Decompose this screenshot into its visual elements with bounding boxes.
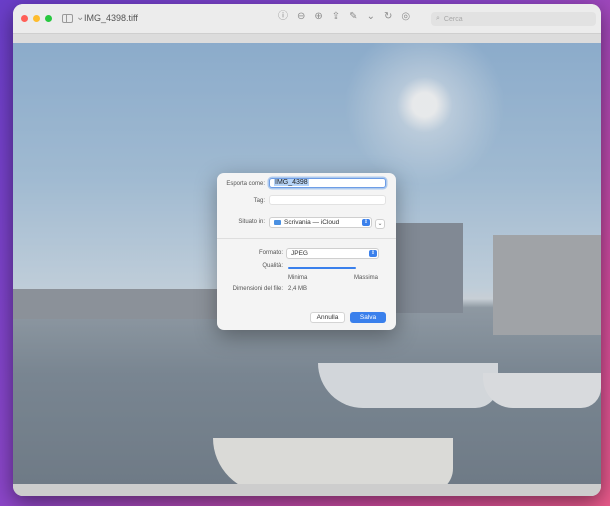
quality-max-label: Massima <box>353 275 378 281</box>
sidebar-toggle-icon[interactable] <box>62 14 73 23</box>
close-button[interactable] <box>21 15 28 22</box>
quality-min-label: Minima <box>288 275 308 281</box>
location-value: Scrivania — iCloud <box>284 219 340 226</box>
toolbar: ⓘ ⊖ ⊕ ⇪ ✎ ⌄ ↻ ◎ <box>278 12 410 22</box>
zoom-in-icon[interactable]: ⊕ <box>314 12 322 22</box>
search-icon: ⌕ <box>436 15 440 22</box>
format-select[interactable]: JPEG ⇕ <box>286 248 379 259</box>
location-label: Situato in: <box>238 219 265 225</box>
zoom-out-icon[interactable]: ⊖ <box>297 12 305 22</box>
format-label: Formato: <box>258 250 283 256</box>
preview-window: ⌄ IMG_4398.tiff ⓘ ⊖ ⊕ ⇪ ✎ ⌄ ↻ ◎ ⌕ Cerca … <box>13 4 601 496</box>
minimize-button[interactable] <box>33 15 40 22</box>
location-select[interactable]: Scrivania — iCloud ⇕ <box>269 217 372 228</box>
annotate-icon[interactable]: ◎ <box>401 12 410 22</box>
title-bar: ⌄ IMG_4398.tiff ⓘ ⊖ ⊕ ⇪ ✎ ⌄ ↻ ◎ ⌕ Cerca <box>13 4 601 34</box>
file-size-label: Dimensioni del file: <box>232 286 283 292</box>
zoom-button[interactable] <box>45 15 52 22</box>
markup-icon[interactable]: ✎ <box>349 12 357 22</box>
export-as-label: Esporta come: <box>226 181 265 187</box>
search-placeholder: Cerca <box>443 15 463 23</box>
quality-label: Qualità: <box>262 263 283 269</box>
updown-arrows-icon: ⇕ <box>369 250 377 257</box>
expand-button[interactable]: ⌄ <box>375 219 385 229</box>
save-button[interactable]: Salva <box>350 312 386 323</box>
tag-label: Tag: <box>253 198 265 204</box>
markup-chevron-icon[interactable]: ⌄ <box>367 12 375 22</box>
window-controls <box>21 15 52 22</box>
file-size-value: 2,4 MB <box>288 286 308 292</box>
export-name-value: IMG_4398 <box>274 179 309 186</box>
info-icon[interactable]: ⓘ <box>278 12 288 22</box>
export-name-field[interactable]: IMG_4398 <box>269 178 386 188</box>
cancel-button[interactable]: Annulla <box>310 312 345 323</box>
tag-field[interactable] <box>269 195 386 205</box>
search-field[interactable]: ⌕ Cerca <box>431 12 596 26</box>
export-sheet: Esporta come: IMG_4398 Tag: Situato in: … <box>217 173 396 330</box>
quality-slider[interactable] <box>288 267 356 269</box>
format-value: JPEG <box>291 250 308 257</box>
divider <box>217 238 396 239</box>
window-title: IMG_4398.tiff <box>84 13 138 23</box>
folder-icon <box>274 220 281 225</box>
share-icon[interactable]: ⇪ <box>332 12 340 22</box>
rotate-icon[interactable]: ↻ <box>384 12 392 22</box>
updown-arrows-icon: ⇕ <box>362 219 370 226</box>
